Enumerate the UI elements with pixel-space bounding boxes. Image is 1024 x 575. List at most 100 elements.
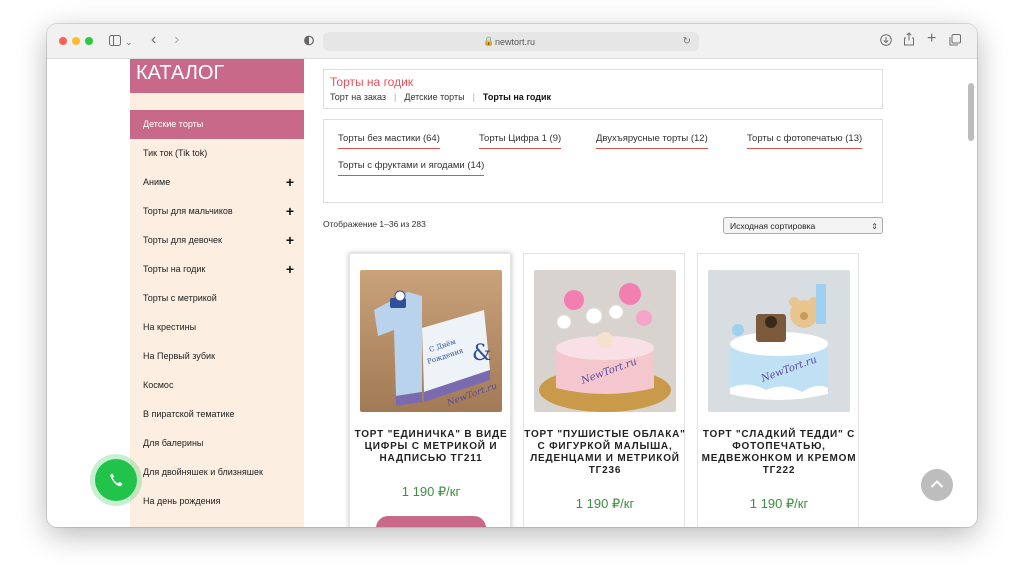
address-bar[interactable]: 🔒 newtort.ru ↻ <box>323 32 699 51</box>
product-name[interactable]: Торт "Пушистые облака" с фигуркой малыша… <box>524 429 686 477</box>
browser-window: ⌄ ‹ › 🔒 newtort.ru ↻ + КАТАЛОГ Детские т… <box>47 24 977 527</box>
product-price: 1 190 ₽/кг <box>575 496 635 511</box>
subcategory-count: (14) <box>467 160 485 171</box>
call-button[interactable] <box>95 459 137 501</box>
subcategory-count: (9) <box>549 133 562 144</box>
arrow-up-icon <box>930 480 944 488</box>
sidebar-item-label: Торты на годик <box>143 264 206 274</box>
download-icon[interactable] <box>880 34 892 48</box>
subcategory-label: Торты без мастики <box>338 133 421 144</box>
url-text: newtort.ru <box>495 37 536 47</box>
sidebar-item[interactable]: Торты на годик + <box>130 255 304 284</box>
lock-icon: 🔒 <box>483 36 495 46</box>
sidebar-item[interactable]: Аниме + <box>130 168 304 197</box>
sidebar-item-label: Для балерины <box>143 438 204 448</box>
back-icon[interactable]: ‹ <box>151 32 156 48</box>
subcategory-count: (64) <box>422 133 440 144</box>
subcategory-count: (12) <box>690 133 708 144</box>
svg-text:&: & <box>472 341 492 366</box>
breadcrumb-link-home[interactable]: Торт на заказ <box>330 92 386 102</box>
maximize-window-button[interactable] <box>85 37 93 45</box>
sort-select[interactable]: Исходная сортировка ⇕ <box>723 217 883 234</box>
product-price: 1 190 ₽/кг <box>401 484 461 499</box>
page-title: Торты на годик <box>330 75 414 89</box>
product-name[interactable]: Торт "Единичка" в виде цифры с метрикой … <box>350 429 512 465</box>
select-arrows-icon: ⇕ <box>871 222 878 231</box>
sidebar-item-label: Торты для девочек <box>143 235 222 245</box>
subcategory-label: Торты с фруктами и ягодами <box>338 160 465 171</box>
sidebar-item-label: Тик ток (Tik tok) <box>143 148 208 158</box>
new-tab-icon[interactable]: + <box>927 31 936 47</box>
expand-plus-icon[interactable]: + <box>286 226 294 255</box>
product-card[interactable]: NewTort.ru Торт "Сладкий Тедди" с фотопе… <box>697 253 859 527</box>
product-card[interactable]: С Днём Рождения & NewTort.ru Торт "Едини… <box>349 253 511 527</box>
sidebar-item[interactable]: Торты с метрикой <box>130 284 304 313</box>
sidebar-item[interactable]: На крестины <box>130 313 304 342</box>
share-icon[interactable] <box>903 32 915 48</box>
sidebar-item-label: Аниме <box>143 177 171 187</box>
sidebar-item[interactable]: Детские торты <box>130 110 304 139</box>
sidebar-item[interactable]: Тик ток (Tik tok) <box>130 139 304 168</box>
breadcrumb-separator: | <box>394 92 397 102</box>
subcategory-link[interactable]: Торты без мастики (64) <box>338 133 440 149</box>
forward-icon[interactable]: › <box>174 32 179 48</box>
product-price: 1 190 ₽/кг <box>749 496 809 511</box>
page-content: КАТАЛОГ Детские торты Тик ток (Tik tok) Ан… <box>47 59 977 527</box>
result-count: Отображение 1–36 из 283 <box>323 219 426 229</box>
main-column: Торты на годик Торт на заказ | Детские тор… <box>323 59 885 527</box>
browser-toolbar: ⌄ ‹ › 🔒 newtort.ru ↻ + <box>47 24 977 59</box>
sidebar-item-label: Детские торты <box>143 119 204 129</box>
sidebar-item-label: Торты для мальчиков <box>143 206 233 216</box>
reload-icon[interactable]: ↻ <box>683 36 691 47</box>
sidebar-item[interactable]: Космос <box>130 371 304 400</box>
subcategory-box: Торты без мастики (64) Торты Цифра 1 (9)… <box>323 119 883 203</box>
scroll-to-top-button[interactable] <box>921 469 953 501</box>
shield-icon[interactable] <box>304 35 314 48</box>
product-card[interactable]: NewTort.ru Торт "Пушистые облака" с фигу… <box>523 253 685 527</box>
sidebar-item[interactable]: На Первый зубик <box>130 342 304 371</box>
catalog-sidebar: КАТАЛОГ Детские торты Тик ток (Tik tok) Ан… <box>130 59 304 527</box>
scrollbar-thumb[interactable] <box>968 83 974 141</box>
product-image[interactable]: NewTort.ru <box>534 270 676 412</box>
minimize-window-button[interactable] <box>72 37 80 45</box>
add-to-cart-button[interactable] <box>376 516 486 527</box>
sidebar-item-label: В пиратской тематике <box>143 409 235 419</box>
page-scrollbar[interactable] <box>967 59 975 527</box>
breadcrumb: Торты на годик Торт на заказ | Детские тор… <box>323 69 883 109</box>
subcategory-label: Торты с фотопечатью <box>747 133 843 144</box>
breadcrumb-link-kids[interactable]: Детские торты <box>404 92 464 102</box>
catalog-title: КАТАЛОГ <box>130 59 304 93</box>
product-image[interactable]: NewTort.ru <box>708 270 850 412</box>
subcategory-link[interactable]: Двухъярусные торты (12) <box>596 133 708 149</box>
sidebar-item[interactable]: Для двойняшек и близняшек <box>130 458 304 487</box>
subcategory-link[interactable]: Торты с фруктами и ягодами (14) <box>338 160 485 176</box>
product-name[interactable]: Торт "Сладкий Тедди" с фотопечатью, медв… <box>698 429 860 477</box>
sidebar-item[interactable]: На день рождения <box>130 487 304 516</box>
expand-plus-icon[interactable]: + <box>286 168 294 197</box>
sidebar-item-label: На Первый зубик <box>143 351 216 361</box>
sidebar-item-label: Космос <box>143 380 174 390</box>
sidebar-item[interactable]: В пиратской тематике <box>130 400 304 429</box>
product-image[interactable]: С Днём Рождения & NewTort.ru <box>360 270 502 412</box>
tabs-overview-icon[interactable] <box>949 34 961 48</box>
subcategory-link[interactable]: Торты Цифра 1 (9) <box>479 133 562 149</box>
subcategory-count: (13) <box>845 133 863 144</box>
sidebar-item-label: На день рождения <box>143 496 221 506</box>
breadcrumb-separator: | <box>472 92 475 102</box>
sidebar-item[interactable]: Для балерины <box>130 429 304 458</box>
chevron-down-icon[interactable]: ⌄ <box>125 36 133 49</box>
sidebar-toggle-icon[interactable] <box>109 35 121 48</box>
sidebar-item-label: Торты с метрикой <box>143 293 217 303</box>
subcategory-label: Двухъярусные торты <box>596 133 689 144</box>
close-window-button[interactable] <box>59 37 67 45</box>
sidebar-item[interactable]: Торты для девочек + <box>130 226 304 255</box>
expand-plus-icon[interactable]: + <box>286 255 294 284</box>
sidebar-item[interactable]: Торты для мальчиков + <box>130 197 304 226</box>
subcategory-link[interactable]: Торты с фотопечатью (13) <box>747 133 863 149</box>
sidebar-item-label: На крестины <box>143 322 197 332</box>
sidebar-item-label: Для двойняшек и близняшек <box>143 467 263 477</box>
phone-icon <box>110 473 123 487</box>
breadcrumb-current: Торты на годик <box>482 92 552 102</box>
expand-plus-icon[interactable]: + <box>286 197 294 226</box>
sort-label: Исходная сортировка <box>730 221 816 231</box>
